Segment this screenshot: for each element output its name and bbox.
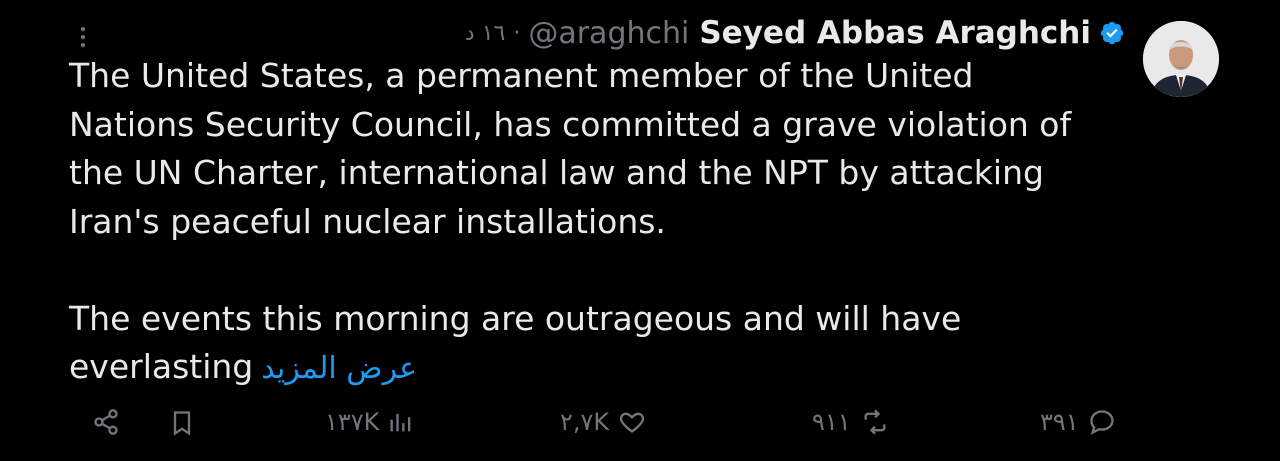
likes-count: ٢,٧K — [560, 408, 610, 436]
like-button[interactable]: ٢,٧K — [560, 408, 647, 436]
views-icon — [387, 408, 415, 436]
tweet-text: The United States, a permanent member of… — [69, 52, 1129, 394]
tweet-time[interactable]: ١٦ د — [465, 21, 505, 46]
replies-count: ٣٩١ — [1040, 408, 1079, 436]
like-icon — [617, 408, 647, 436]
more-options-button[interactable] — [72, 22, 94, 52]
bookmark-button[interactable] — [168, 408, 196, 438]
reply-button[interactable]: ٣٩١ — [1040, 408, 1117, 436]
bookmark-icon — [168, 408, 196, 438]
share-icon — [92, 408, 120, 436]
share-button[interactable] — [92, 408, 120, 436]
tweet-body: The United States, a permanent member of… — [69, 56, 1072, 386]
repost-button[interactable]: ٩١١ — [812, 408, 891, 436]
more-icon-dot — [81, 35, 85, 39]
more-icon-dot — [81, 27, 85, 31]
repost-icon — [859, 408, 891, 436]
more-icon-dot — [81, 43, 85, 47]
tweet-actions: ١٣٧K ٢,٧K ٩١١ ٣٩١ — [0, 400, 1280, 456]
views-count: ١٣٧K — [325, 408, 380, 436]
verified-icon[interactable] — [1099, 20, 1125, 46]
tweet-header: ١٦ د · @araghchi Seyed Abbas Araghchi — [465, 10, 1125, 56]
show-more-link[interactable]: عرض المزيد — [261, 351, 417, 386]
author-name[interactable]: Seyed Abbas Araghchi — [699, 15, 1091, 51]
author-handle[interactable]: @araghchi — [528, 16, 689, 51]
author-avatar[interactable] — [1143, 21, 1219, 97]
views-button[interactable]: ١٣٧K — [325, 408, 415, 436]
reposts-count: ٩١١ — [812, 408, 851, 436]
reply-icon — [1087, 408, 1117, 436]
meta-separator: · — [513, 20, 521, 46]
